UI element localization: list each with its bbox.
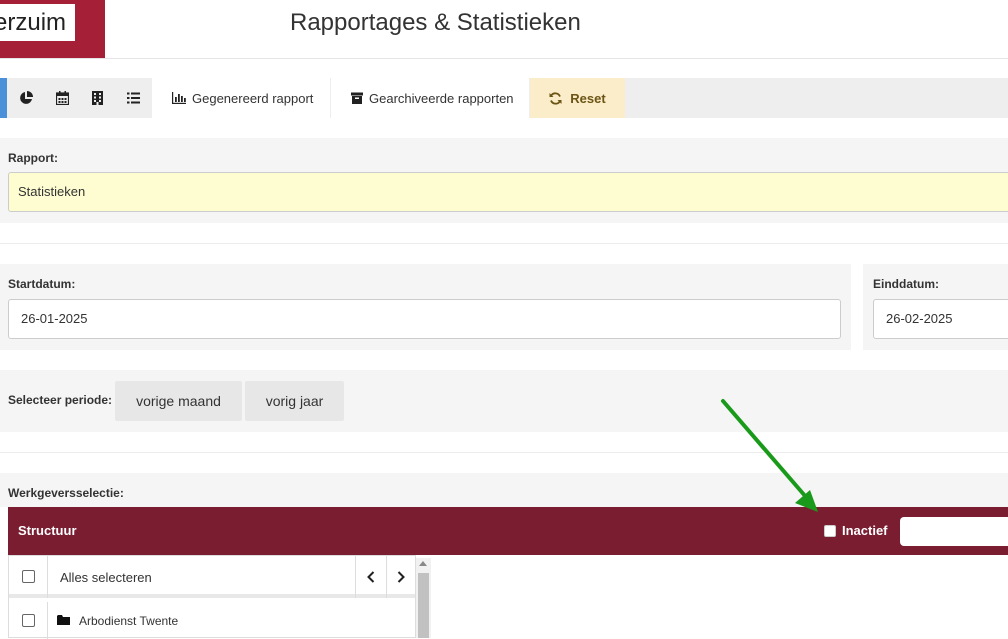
pie-chart-button[interactable] <box>8 78 44 118</box>
list-button[interactable] <box>115 78 151 118</box>
scrollbar-thumb[interactable] <box>418 573 429 638</box>
last-month-button[interactable]: vorige maand <box>115 381 242 421</box>
folder-icon <box>57 615 70 625</box>
chevron-right-icon <box>397 571 405 583</box>
employer-label: Werkgeversselectie: <box>8 486 124 500</box>
employer-panel: Werkgeversselectie: <box>0 473 1008 507</box>
calendar-icon <box>55 91 69 105</box>
list-item-label: Arbodienst Twente <box>79 614 179 628</box>
structure-search-input[interactable] <box>900 517 1008 546</box>
scroll-up-arrow[interactable] <box>419 561 427 566</box>
inactive-label: Inactief <box>842 523 888 538</box>
select-all-row: Alles selecteren <box>9 556 415 598</box>
inactive-checkbox[interactable] <box>824 525 836 537</box>
tab-generated-report-label: Gegenereerd rapport <box>192 90 314 106</box>
structure-list: Alles selecteren Arbodienst Twente <box>8 555 416 639</box>
start-date-input[interactable]: 26-01-2025 <box>8 299 841 339</box>
bar-chart-icon <box>172 92 186 104</box>
next-button[interactable] <box>386 556 416 598</box>
structure-title: Structuur <box>18 523 77 538</box>
header-divider <box>0 58 1008 59</box>
end-date-input[interactable]: 26-02-2025 <box>873 299 1008 339</box>
end-date-label: Einddatum: <box>873 277 939 291</box>
list-icon <box>126 92 140 104</box>
brand-logo-area: erzuim <box>0 0 105 58</box>
pie-chart-icon <box>20 91 33 104</box>
section-divider <box>0 243 1008 244</box>
prev-button[interactable] <box>356 556 386 598</box>
report-toolbar: Gegenereerd rapport Gearchiveerde rappor… <box>0 78 1008 118</box>
building-button[interactable] <box>79 78 115 118</box>
period-panel: Selecteer periode: vorige maand vorig ja… <box>0 370 1008 432</box>
report-select[interactable]: Statistieken <box>8 172 1008 212</box>
tab-archived-reports-label: Gearchiveerde rapporten <box>369 90 514 106</box>
select-all-label: Alles selecteren <box>60 570 152 585</box>
start-date-label: Startdatum: <box>8 277 76 291</box>
reset-label: Reset <box>570 90 606 106</box>
report-label: Rapport: <box>8 151 58 165</box>
column-divider <box>47 556 48 598</box>
structure-bar: Structuur Inactief <box>8 507 1008 555</box>
building-icon <box>91 91 103 105</box>
brand-text: erzuim <box>0 9 67 36</box>
list-item-checkbox[interactable] <box>22 614 35 627</box>
toolbar-accent <box>0 78 7 118</box>
select-all-checkbox[interactable] <box>22 570 35 583</box>
list-scrollbar[interactable] <box>416 558 431 638</box>
archive-icon <box>351 92 363 104</box>
page-title: Rapportages & Statistieken <box>290 9 581 36</box>
section-divider <box>0 452 1008 453</box>
period-label: Selecteer periode: <box>8 393 113 407</box>
calendar-button[interactable] <box>44 78 80 118</box>
report-panel: Rapport: Statistieken <box>0 138 1008 223</box>
reset-button[interactable]: Reset <box>530 78 625 118</box>
list-item[interactable]: Arbodienst Twente <box>9 602 415 639</box>
tab-generated-report[interactable]: Gegenereerd rapport <box>152 78 330 118</box>
column-divider <box>47 602 48 639</box>
start-date-panel: Startdatum: 26-01-2025 <box>0 264 851 350</box>
last-year-button[interactable]: vorig jaar <box>245 381 344 421</box>
chevron-left-icon <box>367 571 375 583</box>
refresh-icon <box>549 91 562 105</box>
brand-logo: erzuim <box>0 4 75 41</box>
tab-archived-reports[interactable]: Gearchiveerde rapporten <box>331 78 529 118</box>
end-date-panel: Einddatum: 26-02-2025 <box>863 264 1008 350</box>
